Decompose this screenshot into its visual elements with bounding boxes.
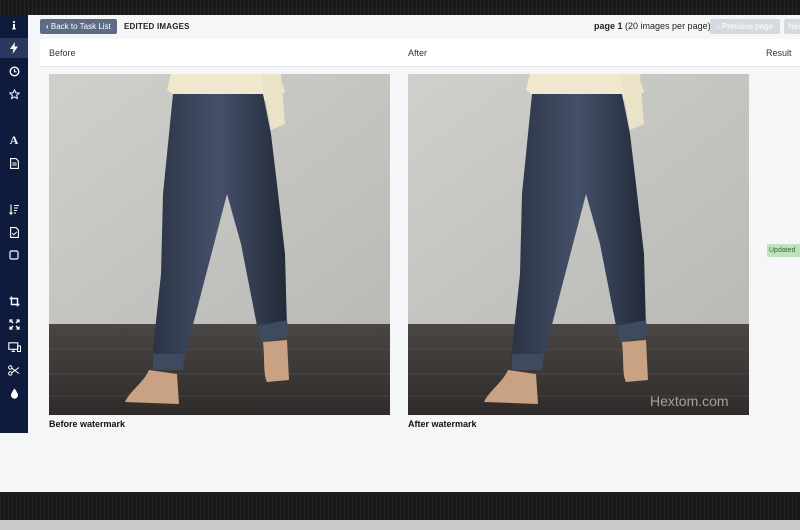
clock-icon[interactable] — [0, 61, 28, 81]
star-icon-svg — [8, 88, 20, 100]
previous-page-label: Previous page — [721, 22, 774, 31]
file-icon-svg — [9, 157, 19, 169]
sort-icon-svg — [8, 204, 19, 215]
before-image-photo — [49, 74, 390, 415]
square-icon[interactable] — [0, 245, 28, 265]
bolt-icon-svg — [10, 42, 18, 54]
page-number: page 1 — [594, 21, 623, 31]
clock-icon-svg — [8, 65, 20, 77]
column-header-before: Before — [49, 48, 76, 58]
column-header-after: After — [408, 48, 428, 58]
column-header-result: Result — [766, 48, 792, 58]
previous-page-button[interactable]: ‹ Previous page — [710, 19, 780, 34]
star-icon[interactable] — [0, 84, 28, 104]
main-content: ‹ Back to Task List EDITED IMAGES page 1… — [28, 15, 800, 492]
next-page-button[interactable]: Next — [784, 19, 800, 34]
status-badge: Updated — [767, 244, 800, 257]
square-icon-svg — [9, 250, 19, 260]
info-icon-svg — [12, 20, 16, 30]
scissors-icon[interactable] — [0, 360, 28, 380]
before-image[interactable] — [49, 74, 390, 415]
page-title: EDITED IMAGES — [124, 22, 190, 31]
crop-icon-svg — [9, 296, 19, 306]
toolbar: ‹ Back to Task List EDITED IMAGES page 1… — [28, 15, 800, 39]
back-to-task-list-button[interactable]: ‹ Back to Task List — [40, 19, 117, 34]
after-caption: After watermark — [408, 419, 477, 429]
after-image-photo: Hextom.com — [408, 74, 749, 415]
crop-icon[interactable] — [0, 291, 28, 311]
sidebar: A — [0, 15, 28, 433]
font-icon[interactable]: A — [0, 130, 28, 150]
table-header: Before After Result — [40, 39, 800, 67]
sort-icon[interactable] — [0, 199, 28, 219]
monitor-icon-svg — [7, 341, 21, 352]
next-page-label: Next — [788, 22, 800, 31]
drop-icon-svg — [10, 388, 18, 399]
scissors-icon-svg — [8, 364, 20, 376]
file-icon[interactable] — [0, 153, 28, 173]
per-page-info: (20 images per page) — [625, 21, 711, 31]
expand-icon-svg — [8, 318, 20, 330]
bolt-icon[interactable] — [0, 38, 28, 58]
document-icon-svg — [9, 226, 19, 238]
expand-icon[interactable] — [0, 314, 28, 334]
top-frame-bar — [0, 0, 800, 15]
drop-icon[interactable] — [0, 383, 28, 403]
back-button-label: Back to Task List — [50, 22, 111, 31]
pagination-info: page 1 (20 images per page) — [594, 21, 711, 31]
before-caption: Before watermark — [49, 419, 126, 429]
watermark-text: Hextom.com — [650, 393, 729, 409]
after-image[interactable]: Hextom.com — [408, 74, 749, 415]
document-icon[interactable] — [0, 222, 28, 242]
info-icon[interactable] — [0, 15, 28, 35]
images-table: Before After Result Before watermark Hex… — [40, 39, 800, 492]
monitor-icon[interactable] — [0, 337, 28, 357]
bottom-frame-bar — [0, 492, 800, 520]
app-window: A ‹ Back to Task List EDITED IMAGES page… — [0, 15, 800, 492]
bottom-frame-strip — [0, 520, 800, 530]
